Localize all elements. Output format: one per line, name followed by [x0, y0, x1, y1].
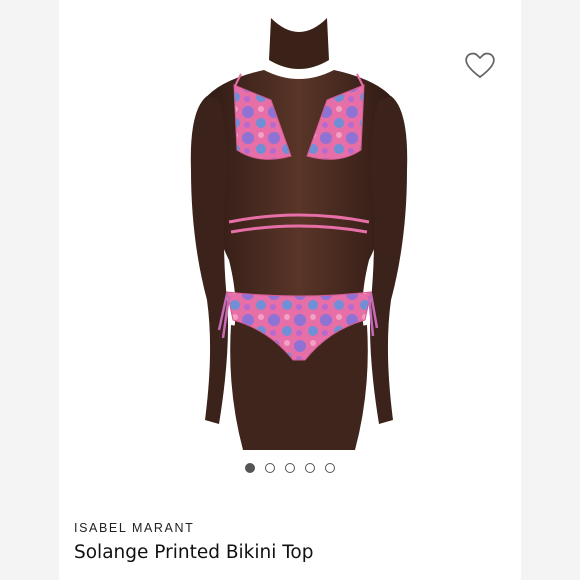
carousel-dot[interactable] [265, 463, 275, 473]
product-card: ISABEL MARANT Solange Printed Bikini Top [59, 0, 521, 580]
product-image[interactable] [59, 0, 521, 450]
product-title[interactable]: Solange Printed Bikini Top [74, 542, 313, 563]
carousel-dot[interactable] [325, 463, 335, 473]
carousel-dot[interactable] [245, 463, 255, 473]
wishlist-button[interactable] [463, 50, 497, 80]
model-photo [190, 18, 408, 450]
heart-outline-icon [465, 52, 495, 78]
carousel-dot[interactable] [285, 463, 295, 473]
carousel-pagination [59, 463, 521, 477]
product-brand[interactable]: ISABEL MARANT [74, 521, 194, 535]
carousel-dot[interactable] [305, 463, 315, 473]
